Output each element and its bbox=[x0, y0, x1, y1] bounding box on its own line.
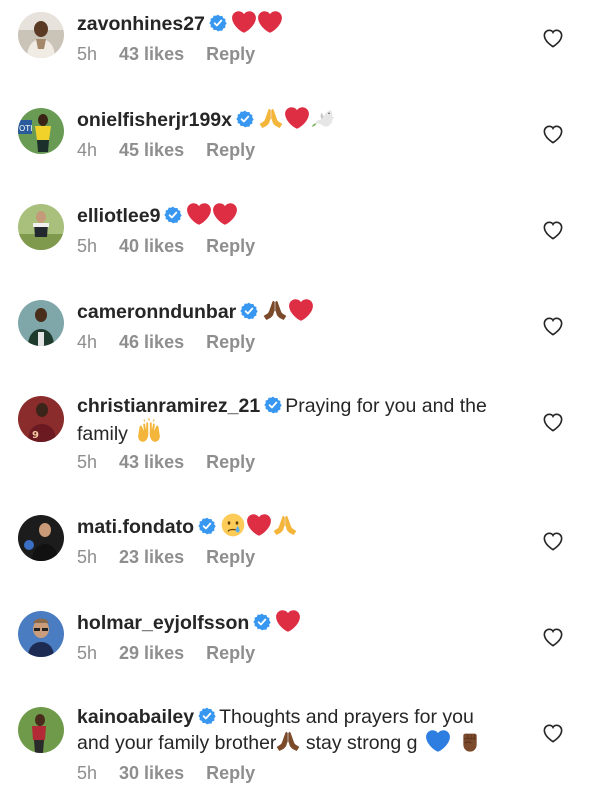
raised-hands-icon bbox=[136, 418, 162, 444]
comment-time: 5h bbox=[77, 643, 98, 663]
comment-text: and your family brother bbox=[77, 732, 277, 754]
comment-meta: 5h 43 likes Reply bbox=[77, 44, 277, 65]
dove-icon bbox=[311, 106, 335, 130]
avatar[interactable] bbox=[18, 611, 64, 657]
reply-button[interactable]: Reply bbox=[206, 547, 255, 567]
like-heart-icon[interactable] bbox=[542, 220, 564, 240]
comment-text: stay strong g bbox=[305, 732, 418, 754]
reply-button[interactable]: Reply bbox=[206, 236, 255, 256]
avatar[interactable] bbox=[18, 204, 64, 250]
reply-button[interactable]: Reply bbox=[206, 452, 255, 472]
comment-body: onielfisherjr199x bbox=[77, 106, 522, 132]
comment-text: Thoughts and prayers for you bbox=[219, 706, 474, 728]
username[interactable]: kainoabailey bbox=[77, 706, 194, 728]
like-heart-icon[interactable] bbox=[542, 28, 564, 48]
comment-meta: 5h 40 likes Reply bbox=[77, 236, 277, 257]
avatar[interactable]: 9 bbox=[18, 396, 64, 442]
red-heart-icon bbox=[285, 106, 309, 130]
avatar[interactable] bbox=[18, 12, 64, 58]
comment-meta: 5h 23 likes Reply bbox=[77, 547, 277, 568]
comment-body: zavonhines27 bbox=[77, 10, 522, 36]
like-heart-icon[interactable] bbox=[542, 723, 564, 743]
comment-time: 5h bbox=[77, 44, 98, 64]
like-heart-icon[interactable] bbox=[542, 316, 564, 336]
comment-text: family bbox=[77, 423, 128, 445]
folded-hands-dark-icon bbox=[276, 729, 300, 753]
folded-hands-icon bbox=[273, 513, 297, 537]
comment-time: 5h bbox=[77, 763, 98, 783]
comment-body: mati.fondato bbox=[77, 513, 522, 539]
username[interactable]: christianramirez_21 bbox=[77, 395, 260, 417]
avatar[interactable] bbox=[18, 707, 64, 753]
verified-badge-icon bbox=[264, 396, 282, 414]
verified-badge-icon bbox=[240, 302, 258, 320]
avatar[interactable]: OTI bbox=[18, 108, 64, 154]
comment-meta: 5h 30 likes Reply bbox=[77, 763, 277, 784]
username[interactable]: holmar_eyjolfsson bbox=[77, 612, 249, 634]
crying-face-icon bbox=[221, 513, 245, 537]
folded-hands-dark-icon bbox=[263, 298, 287, 322]
comment-body-line2: family bbox=[77, 418, 522, 446]
comment-body: kainoabailey Thoughts and prayers for you bbox=[77, 705, 522, 729]
red-heart-icon bbox=[247, 513, 271, 537]
comment-time: 5h bbox=[77, 547, 98, 567]
verified-badge-icon bbox=[198, 707, 216, 725]
likes-count[interactable]: 45 likes bbox=[119, 140, 184, 160]
comment-text: Praying for you and the bbox=[285, 395, 487, 417]
red-heart-icon bbox=[232, 10, 256, 34]
verified-badge-icon bbox=[236, 110, 254, 128]
red-heart-icon bbox=[258, 10, 282, 34]
comment-meta: 5h 29 likes Reply bbox=[77, 643, 277, 664]
comment-body-line2: and your family brother stay strong g bbox=[77, 729, 522, 755]
likes-count[interactable]: 43 likes bbox=[119, 452, 184, 472]
avatar[interactable] bbox=[18, 515, 64, 561]
username[interactable]: elliotlee9 bbox=[77, 205, 160, 227]
comment-meta: 4h 45 likes Reply bbox=[77, 140, 277, 161]
verified-badge-icon bbox=[164, 206, 182, 224]
reply-button[interactable]: Reply bbox=[206, 140, 255, 160]
verified-badge-icon bbox=[253, 613, 271, 631]
svg-text:9: 9 bbox=[32, 430, 39, 441]
like-heart-icon[interactable] bbox=[542, 627, 564, 647]
like-heart-icon[interactable] bbox=[542, 531, 564, 551]
comment-body: cameronndunbar bbox=[77, 298, 522, 324]
red-heart-icon bbox=[213, 202, 237, 226]
blue-heart-icon bbox=[426, 729, 450, 753]
username[interactable]: onielfisherjr199x bbox=[77, 109, 232, 131]
likes-count[interactable]: 29 likes bbox=[119, 643, 184, 663]
likes-count[interactable]: 46 likes bbox=[119, 332, 184, 352]
comment-time: 5h bbox=[77, 236, 98, 256]
likes-count[interactable]: 23 likes bbox=[119, 547, 184, 567]
avatar[interactable] bbox=[18, 300, 64, 346]
like-heart-icon[interactable] bbox=[542, 412, 564, 432]
comment-time: 4h bbox=[77, 140, 98, 160]
like-heart-icon[interactable] bbox=[542, 124, 564, 144]
username[interactable]: cameronndunbar bbox=[77, 301, 236, 323]
comment-body: christianramirez_21 Praying for you and t… bbox=[77, 394, 522, 418]
red-heart-icon bbox=[187, 202, 211, 226]
comment-body: holmar_eyjolfsson bbox=[77, 609, 522, 635]
comment-meta: 5h 43 likes Reply bbox=[77, 452, 277, 473]
reply-button[interactable]: Reply bbox=[206, 44, 255, 64]
username[interactable]: zavonhines27 bbox=[77, 13, 205, 35]
raised-fist-dark-icon bbox=[458, 729, 482, 753]
reply-button[interactable]: Reply bbox=[206, 332, 255, 352]
comment-meta: 4h 46 likes Reply bbox=[77, 332, 277, 353]
comment-time: 4h bbox=[77, 332, 98, 352]
username[interactable]: mati.fondato bbox=[77, 516, 194, 538]
reply-button[interactable]: Reply bbox=[206, 643, 255, 663]
red-heart-icon bbox=[276, 609, 300, 633]
verified-badge-icon bbox=[198, 517, 216, 535]
likes-count[interactable]: 30 likes bbox=[119, 763, 184, 783]
comment-body: elliotlee9 bbox=[77, 202, 522, 228]
likes-count[interactable]: 40 likes bbox=[119, 236, 184, 256]
likes-count[interactable]: 43 likes bbox=[119, 44, 184, 64]
verified-badge-icon bbox=[209, 14, 227, 32]
folded-hands-icon bbox=[259, 106, 283, 130]
svg-text:OTI: OTI bbox=[19, 124, 33, 133]
comment-time: 5h bbox=[77, 452, 98, 472]
reply-button[interactable]: Reply bbox=[206, 763, 255, 783]
red-heart-icon bbox=[289, 298, 313, 322]
